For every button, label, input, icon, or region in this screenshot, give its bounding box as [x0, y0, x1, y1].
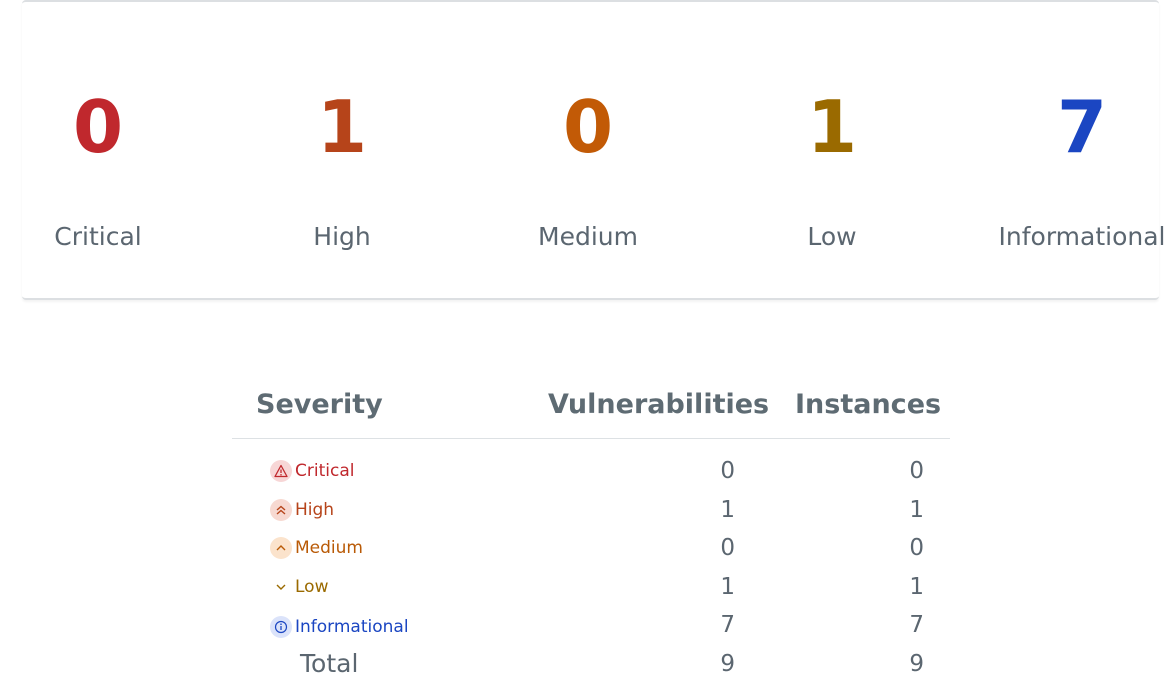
stat-count: 7 [1056, 85, 1108, 169]
severity-label: Critical [295, 461, 355, 481]
table-row: Low 1 1 [232, 568, 950, 607]
vulnerabilities-value: 1 [720, 496, 735, 523]
severity-label: Informational [295, 617, 409, 637]
vulnerabilities-value: 1 [720, 573, 735, 600]
severity-label: Low [295, 576, 329, 597]
chevron-up-icon [270, 537, 292, 559]
stat-label: Low [807, 222, 857, 251]
double-chevron-up-icon [270, 498, 292, 521]
column-header-instances[interactable]: Instances [795, 386, 941, 424]
info-circle-icon [270, 616, 292, 638]
severity-summary-card: 0 Critical 1 High 0 Medium 1 Low 7 Infor… [22, 0, 1165, 300]
severity-cell: Informational [270, 614, 409, 640]
instances-value: 0 [909, 458, 924, 484]
stat-label: Informational [998, 222, 1166, 251]
severity-label: Medium [295, 538, 363, 558]
severity-cell: Medium [270, 535, 363, 561]
instances-value: 1 [909, 573, 924, 600]
severity-label: High [295, 499, 335, 520]
stat-label: High [313, 222, 371, 251]
table-row: Informational 7 7 [232, 606, 950, 645]
instances-value: 0 [909, 535, 924, 561]
table-row: Critical 0 0 [232, 452, 950, 491]
stat-count: 1 [316, 85, 368, 169]
table-row: High 1 1 [232, 491, 950, 530]
table-row: Medium 0 0 [232, 529, 950, 568]
column-header-severity[interactable]: Severity [256, 386, 383, 424]
warning-triangle-icon [270, 460, 292, 482]
stat-count: 0 [562, 85, 614, 169]
severity-cell: Critical [270, 458, 354, 484]
vulnerabilities-value: 0 [720, 458, 735, 484]
table-header: Severity Vulnerabilities Instances [232, 380, 950, 439]
severity-cell: High [270, 497, 334, 523]
instances-value: 7 [909, 612, 924, 638]
vulnerabilities-value: 7 [720, 612, 735, 638]
stat-label: Critical [54, 222, 142, 251]
severity-cell: Low [270, 574, 328, 600]
stat-count: 1 [806, 85, 858, 169]
instances-value: 1 [909, 496, 924, 523]
total-vulnerabilities-value: 9 [720, 651, 735, 677]
column-header-vulnerabilities[interactable]: Vulnerabilities [548, 386, 769, 424]
vulnerabilities-value: 0 [720, 535, 735, 561]
total-label: Total [300, 649, 359, 678]
table-total-row: Total 9 9 [232, 645, 950, 684]
severity-table: Severity Vulnerabilities Instances Criti… [232, 380, 950, 684]
chevron-down-icon [270, 576, 292, 598]
stat-label: Medium [538, 222, 638, 251]
total-instances-value: 9 [909, 651, 924, 677]
stat-count: 0 [72, 85, 124, 169]
